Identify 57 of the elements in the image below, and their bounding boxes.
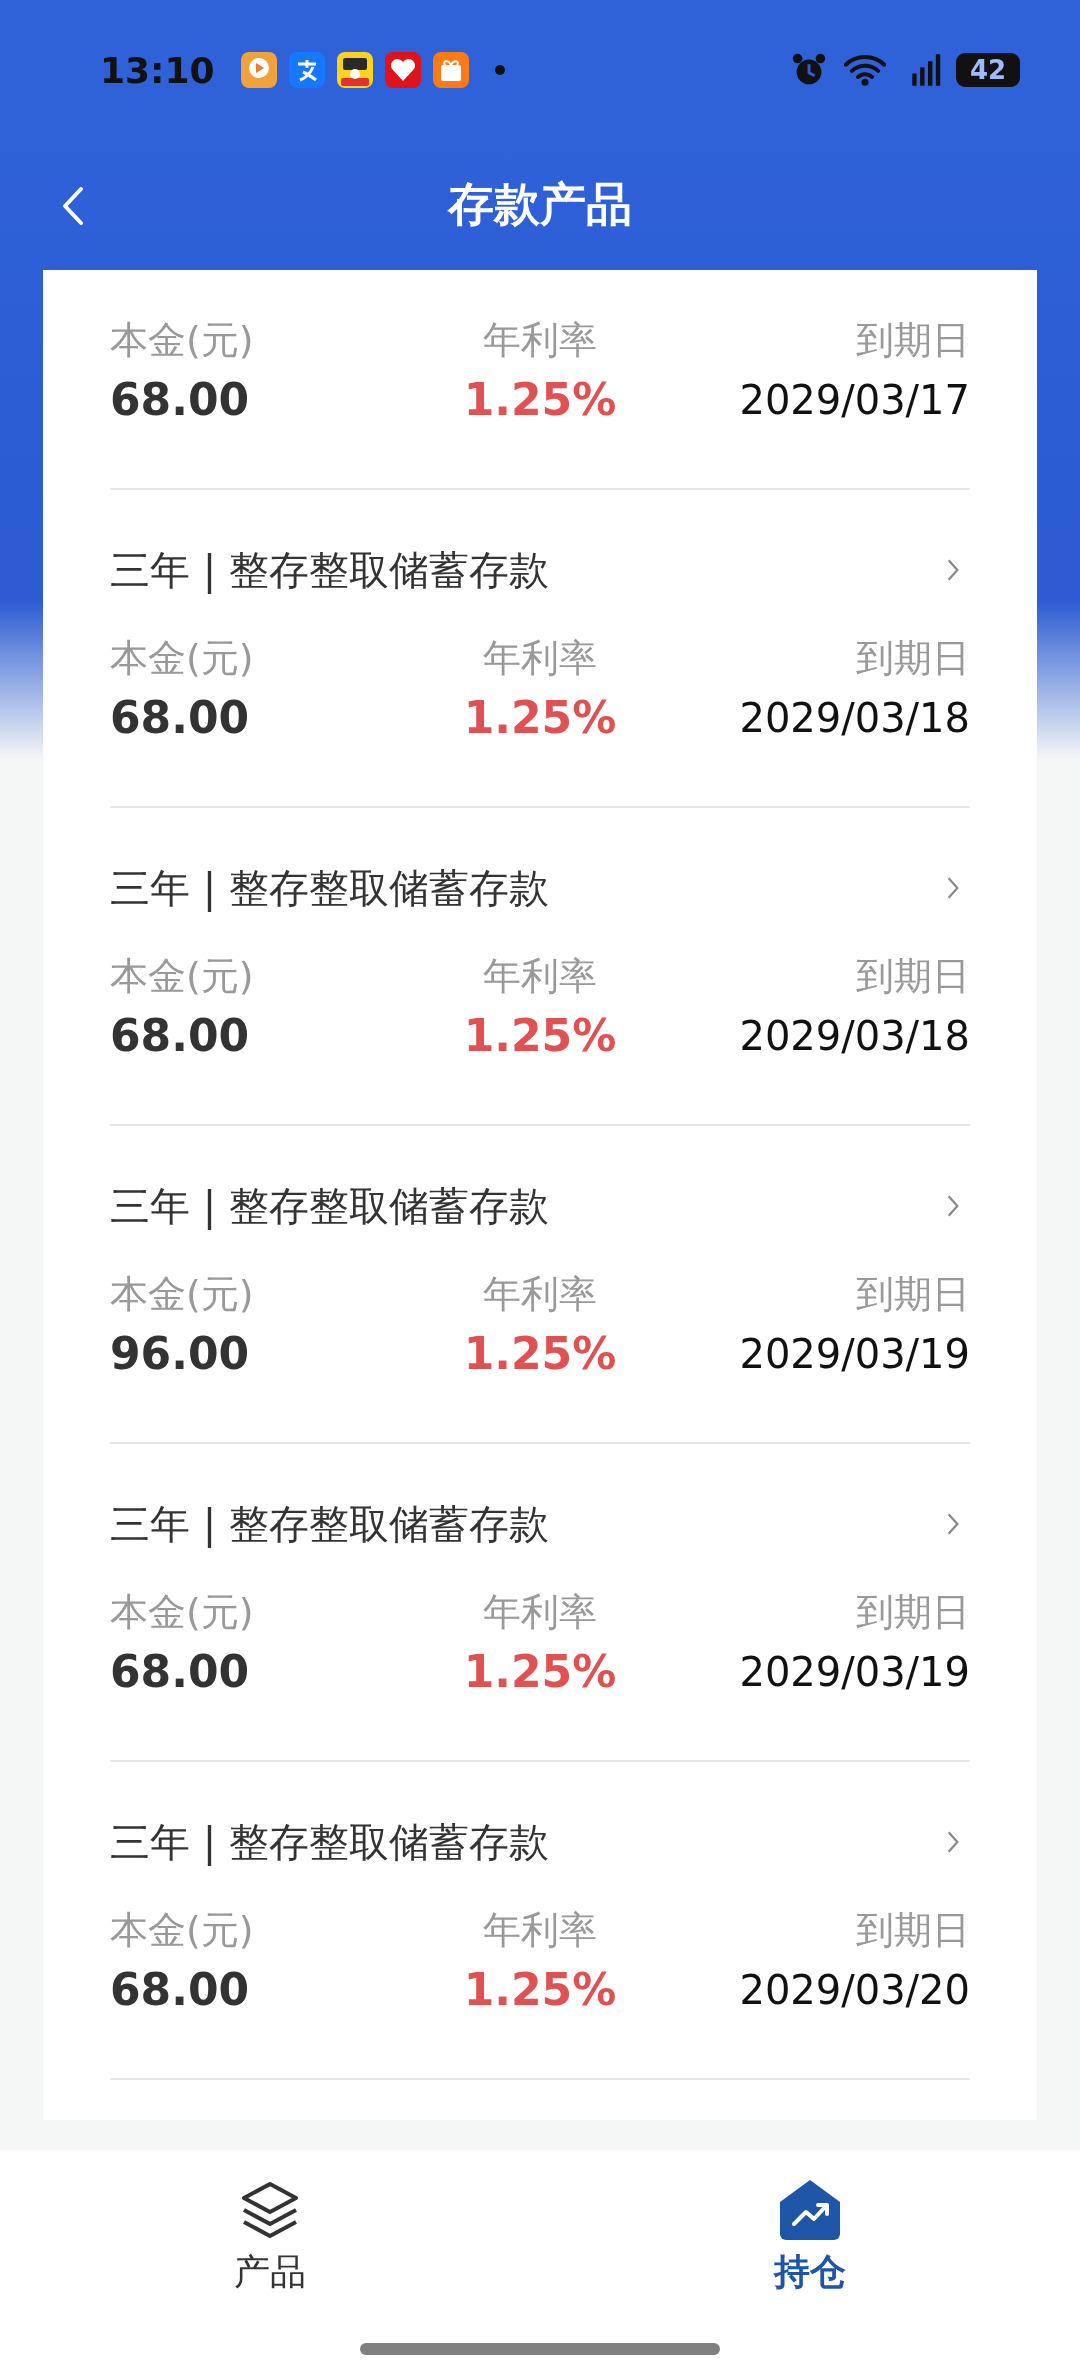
chevron-right-icon[interactable] <box>946 1194 960 1218</box>
interest-rate: 1.25% <box>463 1327 617 1381</box>
principal-amount: 68.00 <box>110 1009 250 1063</box>
rate-label: 年利率 <box>483 1907 597 1954</box>
interest-rate: 1.25% <box>463 691 617 745</box>
back-icon[interactable] <box>60 186 86 226</box>
due-date: 2029/03/18 <box>739 1012 970 1061</box>
due-date-label: 到期日 <box>856 1271 970 1318</box>
dot-icon <box>494 65 505 75</box>
interest-rate: 1.25% <box>463 1963 617 2017</box>
principal-label: 本金(元) <box>110 1907 254 1954</box>
due-date-label: 到期日 <box>856 953 970 1000</box>
payment-app-icon <box>288 52 325 88</box>
due-date-label: 到期日 <box>856 1907 970 1954</box>
principal-label: 本金(元) <box>110 1271 254 1318</box>
chevron-right-icon[interactable] <box>946 1830 960 1854</box>
chevron-right-icon[interactable] <box>946 558 960 582</box>
principal-amount: 68.00 <box>110 691 250 745</box>
page-title: 存款产品 <box>448 176 632 233</box>
interest-rate: 1.25% <box>463 1009 617 1063</box>
battery-icon: 42 <box>956 53 1020 87</box>
chevron-right-icon[interactable] <box>946 876 960 900</box>
interest-rate: 1.25% <box>463 373 617 427</box>
rate-label: 年利率 <box>483 1589 597 1636</box>
gift-app-icon <box>432 52 469 88</box>
rate-label: 年利率 <box>483 317 597 364</box>
principal-label: 本金(元) <box>110 635 254 682</box>
due-date: 2029/03/19 <box>739 1330 970 1379</box>
shopping-app-icon <box>384 52 421 88</box>
deposit-title[interactable]: 三年 | 整存整取储蓄存款 <box>110 1496 549 1552</box>
products-tab[interactable]: 产品 <box>224 2150 316 2297</box>
chevron-right-icon[interactable] <box>946 1512 960 1536</box>
due-date-label: 到期日 <box>856 1589 970 1636</box>
principal-amount: 68.00 <box>110 1645 250 1699</box>
principal-label: 本金(元) <box>110 317 254 364</box>
due-date-label: 到期日 <box>856 317 970 364</box>
rising-chart-icon <box>778 2178 842 2242</box>
principal-amount: 68.00 <box>110 1963 250 2017</box>
principal-amount: 68.00 <box>110 373 250 427</box>
rate-label: 年利率 <box>483 635 597 682</box>
deposit-title[interactable]: 三年 | 整存整取储蓄存款 <box>110 860 549 916</box>
due-date: 2029/03/17 <box>739 376 970 425</box>
principal-label: 本金(元) <box>110 953 254 1000</box>
principal-label: 本金(元) <box>110 1589 254 1636</box>
due-date: 2029/03/18 <box>739 694 970 743</box>
holdings-tab[interactable]: 持仓 <box>764 2150 856 2297</box>
deposit-title[interactable]: 三年 | 整存整取储蓄存款 <box>110 1814 549 1870</box>
due-date: 2029/03/20 <box>739 1966 970 2015</box>
due-date-label: 到期日 <box>856 635 970 682</box>
rate-label: 年利率 <box>483 953 597 1000</box>
rate-label: 年利率 <box>483 1271 597 1318</box>
status-time: 13:10 <box>100 49 215 91</box>
deposit-title[interactable]: 三年 | 整存整取储蓄存款 <box>110 1178 549 1234</box>
deposit-title[interactable]: 三年 | 整存整取储蓄存款 <box>110 542 549 598</box>
due-date: 2029/03/19 <box>739 1648 970 1697</box>
interest-rate: 1.25% <box>463 1645 617 1699</box>
principal-amount: 96.00 <box>110 1327 250 1381</box>
